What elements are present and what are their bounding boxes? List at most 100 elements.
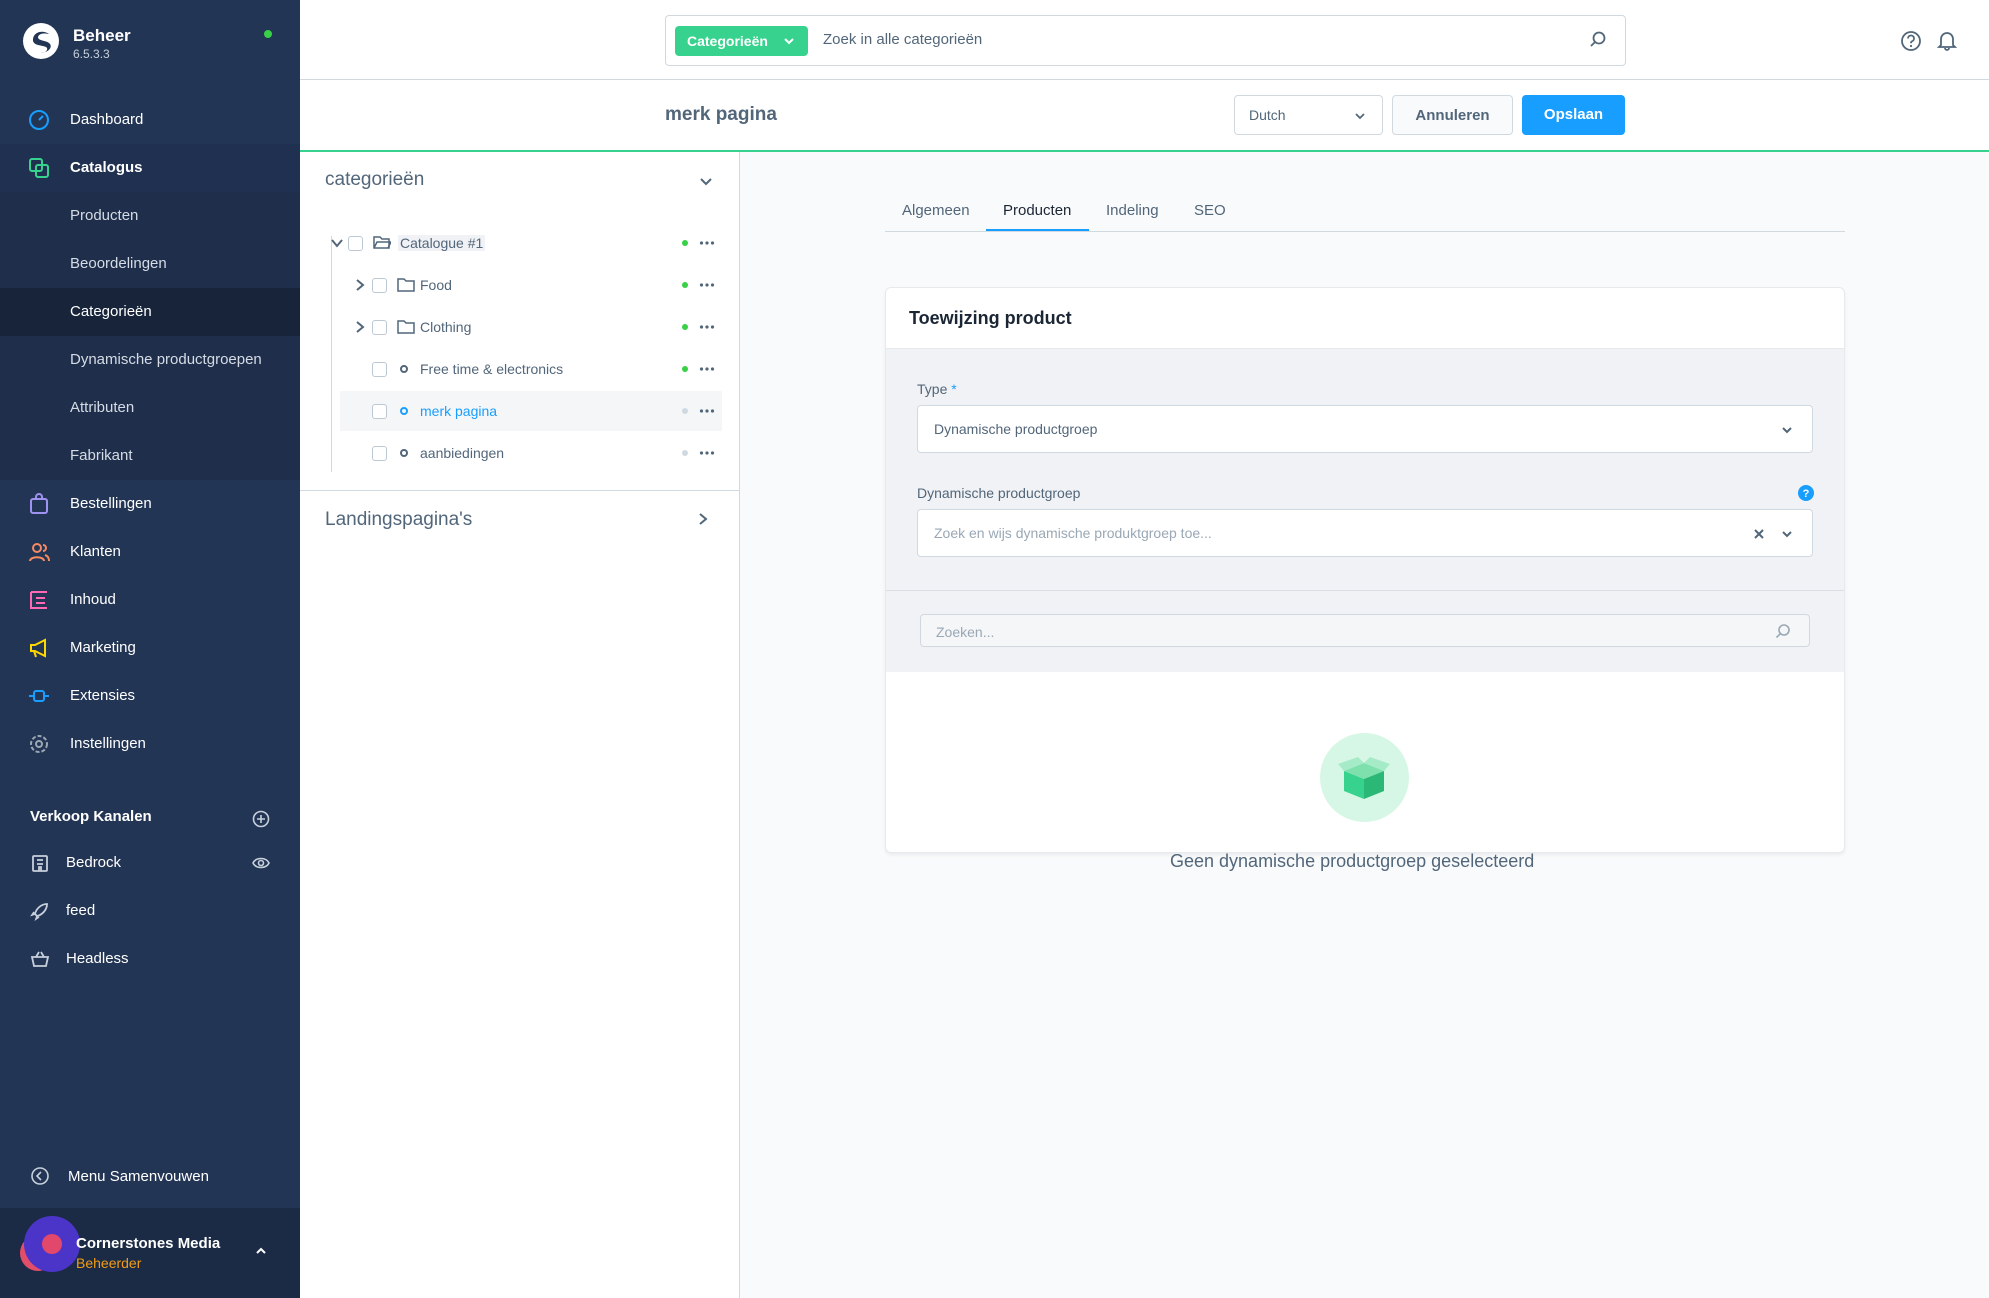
sales-channel-headless[interactable]: Headless bbox=[0, 936, 300, 982]
folder-icon bbox=[397, 278, 415, 292]
basket-icon bbox=[30, 951, 50, 967]
tree-item-food[interactable]: Food bbox=[340, 265, 722, 305]
tree-guide-line bbox=[331, 236, 332, 472]
type-select[interactable]: Dynamische productgroep bbox=[917, 405, 1813, 453]
chevron-down-icon bbox=[1782, 427, 1792, 434]
nav-marketing[interactable]: Marketing bbox=[0, 624, 300, 672]
more-options-icon[interactable] bbox=[699, 361, 715, 377]
sidebar-header: Beheer 6.5.3.3 bbox=[0, 0, 300, 84]
bell-icon[interactable] bbox=[1936, 29, 1958, 51]
tab-general[interactable]: Algemeen bbox=[902, 202, 970, 219]
tab-layout[interactable]: Indeling bbox=[1106, 202, 1159, 219]
nav-dashboard[interactable]: Dashboard bbox=[0, 96, 300, 144]
active-tab-indicator bbox=[986, 229, 1089, 231]
chevron-right-icon[interactable] bbox=[353, 320, 367, 334]
leaf-bullet-icon bbox=[400, 407, 408, 415]
dynamic-group-select[interactable]: Zoek en wijs dynamische produktgroep toe… bbox=[917, 509, 1813, 557]
status-active-dot bbox=[682, 324, 688, 330]
nav-orders[interactable]: Bestellingen bbox=[0, 480, 300, 528]
search-type-dropdown[interactable]: Categorieën bbox=[675, 26, 808, 56]
sales-channel-bedrock[interactable]: Bedrock bbox=[0, 840, 300, 886]
sub-reviews[interactable]: Beoordelingen bbox=[0, 240, 300, 288]
search-icon[interactable] bbox=[1589, 30, 1607, 48]
tree-item-root[interactable]: Catalogue #1 bbox=[331, 223, 722, 263]
nav-label: Bestellingen bbox=[70, 495, 152, 512]
more-options-icon[interactable] bbox=[699, 445, 715, 461]
tree-checkbox[interactable] bbox=[348, 236, 363, 251]
nav-extensions[interactable]: Extensies bbox=[0, 672, 300, 720]
leaf-bullet-icon bbox=[400, 449, 408, 457]
tree-label: Clothing bbox=[420, 319, 472, 335]
tree-checkbox[interactable] bbox=[372, 278, 387, 293]
tab-seo[interactable]: SEO bbox=[1194, 202, 1226, 219]
user-role: Beheerder bbox=[76, 1255, 142, 1271]
status-active-dot bbox=[682, 366, 688, 372]
eye-icon[interactable] bbox=[252, 856, 270, 870]
empty-state-text: Geen dynamische productgroep geselecteer… bbox=[1170, 851, 1535, 871]
tree-checkbox[interactable] bbox=[372, 320, 387, 335]
more-options-icon[interactable] bbox=[699, 277, 715, 293]
add-circle-icon[interactable] bbox=[252, 810, 270, 828]
sub-categories[interactable]: Categorieën bbox=[0, 288, 300, 336]
chevron-down-icon bbox=[784, 38, 794, 45]
language-select[interactable]: Dutch bbox=[1234, 95, 1383, 135]
chevron-down-icon[interactable] bbox=[330, 236, 344, 250]
nav-label: Extensies bbox=[70, 687, 136, 704]
tree-item-aanbiedingen[interactable]: aanbiedingen bbox=[340, 433, 722, 473]
dashboard-icon bbox=[29, 110, 49, 130]
tree-checkbox[interactable] bbox=[372, 404, 387, 419]
tree-label: Catalogue #1 bbox=[398, 235, 486, 251]
chevron-right-icon[interactable] bbox=[353, 278, 367, 292]
nav-catalog[interactable]: Catalogus bbox=[0, 144, 300, 192]
tab-products[interactable]: Producten bbox=[1003, 202, 1071, 219]
nav-customers[interactable]: Klanten bbox=[0, 528, 300, 576]
type-select-value: Dynamische productgroep bbox=[934, 421, 1098, 437]
help-icon[interactable]: ? bbox=[1798, 485, 1814, 501]
grid-search-input[interactable]: Zoeken... bbox=[920, 614, 1810, 647]
tree-item-free-time[interactable]: Free time & electronics bbox=[340, 349, 722, 389]
megaphone-icon bbox=[30, 638, 46, 658]
collapse-label: Menu Samenvouwen bbox=[68, 1168, 209, 1185]
grid-search-placeholder: Zoeken... bbox=[936, 624, 995, 640]
sub-manufacturer[interactable]: Fabrikant bbox=[0, 432, 300, 480]
save-label: Opslaan bbox=[1543, 106, 1604, 123]
sub-label: Dynamische productgroepen bbox=[70, 351, 262, 368]
sub-products[interactable]: Producten bbox=[0, 192, 300, 240]
more-options-icon[interactable] bbox=[699, 403, 715, 419]
tree-checkbox[interactable] bbox=[372, 446, 387, 461]
tree-item-merk-pagina[interactable]: merk pagina bbox=[340, 391, 722, 431]
gear-icon bbox=[30, 735, 48, 753]
chevron-down-icon[interactable] bbox=[698, 173, 714, 189]
search-input[interactable]: Zoek in alle categorieën bbox=[823, 31, 982, 48]
help-icon[interactable] bbox=[1900, 30, 1922, 52]
cancel-button[interactable]: Annuleren bbox=[1392, 95, 1513, 135]
sub-dynamic-groups[interactable]: Dynamische productgroepen bbox=[0, 336, 300, 384]
user-name: Cornerstones Media bbox=[76, 1235, 221, 1252]
more-options-icon[interactable] bbox=[699, 235, 715, 251]
sub-label: Producten bbox=[70, 207, 139, 224]
nav-settings[interactable]: Instellingen bbox=[0, 720, 300, 768]
sub-attributes[interactable]: Attributen bbox=[0, 384, 300, 432]
empty-box-icon bbox=[1320, 733, 1409, 822]
tree-item-clothing[interactable]: Clothing bbox=[340, 307, 722, 347]
nav-label: Instellingen bbox=[70, 735, 146, 752]
sales-channel-feed[interactable]: feed bbox=[0, 888, 300, 934]
chevron-up-icon[interactable] bbox=[254, 1244, 268, 1258]
tree-checkbox[interactable] bbox=[372, 362, 387, 377]
landing-pages-title[interactable]: Landingspagina's bbox=[325, 509, 472, 531]
status-active-dot bbox=[682, 282, 688, 288]
avatar[interactable] bbox=[20, 1216, 80, 1276]
shopware-logo-icon[interactable] bbox=[22, 22, 60, 60]
global-search[interactable] bbox=[665, 15, 1626, 66]
tree-divider bbox=[300, 490, 740, 491]
menu-collapse[interactable]: Menu Samenvouwen bbox=[0, 1152, 300, 1200]
content-icon bbox=[30, 591, 47, 609]
tree-label: Food bbox=[420, 277, 452, 293]
status-active-dot bbox=[682, 240, 688, 246]
save-button[interactable]: Opslaan bbox=[1522, 95, 1625, 135]
nav-content[interactable]: Inhoud bbox=[0, 576, 300, 624]
chevron-down-icon bbox=[1355, 113, 1365, 120]
more-options-icon[interactable] bbox=[699, 319, 715, 335]
close-icon[interactable] bbox=[1752, 527, 1766, 541]
chevron-right-icon[interactable] bbox=[695, 511, 711, 527]
